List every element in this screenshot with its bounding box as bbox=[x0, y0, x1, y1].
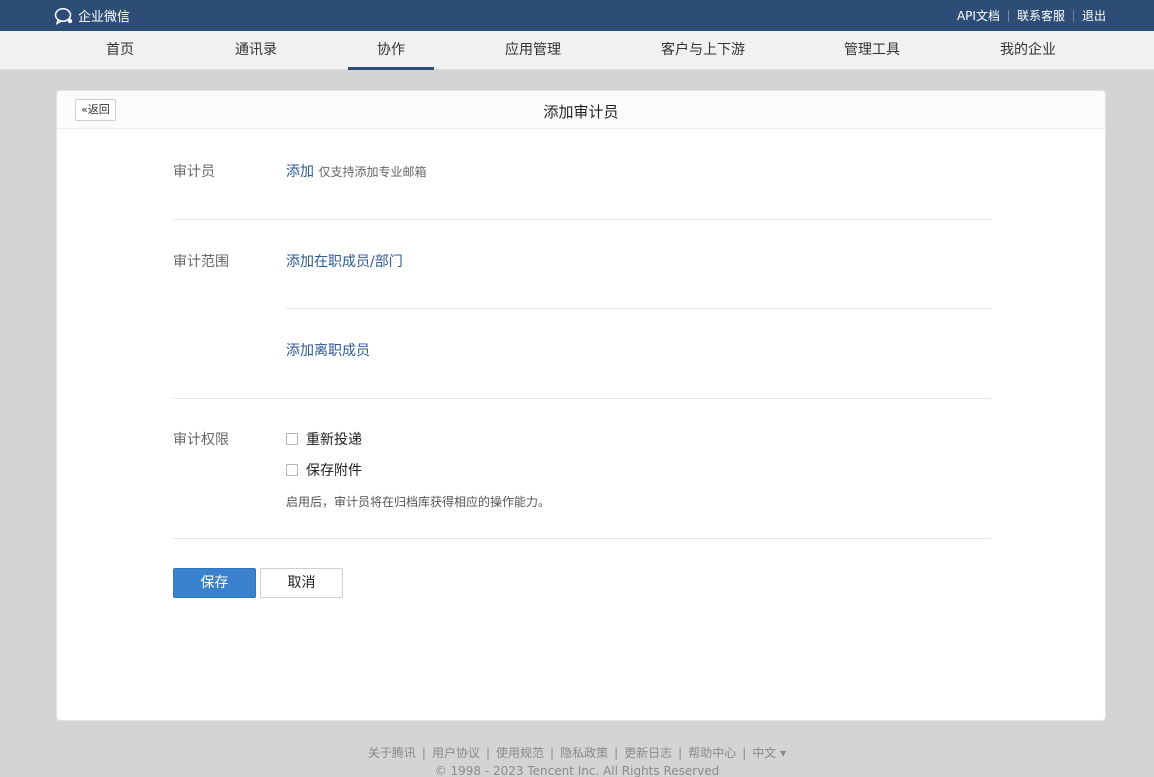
divider bbox=[173, 398, 991, 399]
api-docs-link[interactable]: API文档 bbox=[957, 7, 1000, 24]
footer-separator: | bbox=[485, 745, 491, 760]
logo-text: 企业微信 bbox=[78, 10, 131, 25]
separator bbox=[1007, 9, 1009, 22]
wecom-logo-icon bbox=[54, 7, 73, 25]
redeliver-label: 重新投递 bbox=[306, 432, 362, 448]
top-bar: 企业微信 API文档 联系客服 退出 bbox=[0, 0, 1154, 31]
footer-links: 关于腾讯 | 用户协议 | 使用规范 | 隐私政策 | 更新日志 | 帮助中心 … bbox=[0, 744, 1154, 761]
nav-management-tools[interactable]: 管理工具 bbox=[838, 31, 906, 70]
divider bbox=[173, 538, 991, 539]
panel-header: «返回 添加审计员 bbox=[57, 91, 1105, 129]
footer-link-user-agreement[interactable]: 用户协议 bbox=[432, 744, 480, 761]
footer-separator: | bbox=[678, 745, 683, 760]
copyright: © 1998 - 2023 Tencent Inc. All Rights Re… bbox=[434, 764, 720, 777]
language-select[interactable]: 中文 ▾ bbox=[752, 744, 786, 761]
footer-separator: | bbox=[614, 745, 619, 760]
footer: 关于腾讯 | 用户协议 | 使用规范 | 隐私政策 | 更新日志 | 帮助中心 … bbox=[0, 744, 1154, 777]
main-panel: «返回 添加审计员 审计员 添加 仅支持添加专业邮箱 审计范围 添加在职成员/部… bbox=[56, 90, 1106, 721]
separator bbox=[1072, 9, 1074, 22]
nav-collaboration[interactable]: 协作 bbox=[348, 31, 434, 70]
contact-support-link[interactable]: 联系客服 bbox=[1017, 7, 1065, 24]
add-auditor-button[interactable]: 添加 bbox=[286, 164, 314, 180]
save-attachments-label: 保存附件 bbox=[306, 463, 362, 479]
page-title: 添加审计员 bbox=[543, 103, 619, 121]
footer-separator: | bbox=[550, 745, 555, 760]
top-links: API文档 联系客服 退出 bbox=[957, 7, 1106, 24]
footer-separator: | bbox=[742, 745, 747, 760]
save-attachments-checkbox[interactable] bbox=[286, 464, 298, 476]
footer-link-changelog[interactable]: 更新日志 bbox=[624, 744, 672, 761]
save-attachments-option[interactable]: 保存附件 bbox=[286, 460, 362, 480]
footer-link-privacy[interactable]: 隐私政策 bbox=[560, 744, 608, 761]
scope-label: 审计范围 bbox=[173, 254, 229, 270]
logout-link[interactable]: 退出 bbox=[1082, 7, 1106, 24]
auditor-hint: 仅支持添加专业邮箱 bbox=[318, 165, 427, 179]
divider bbox=[286, 308, 991, 309]
nav-app-management[interactable]: 应用管理 bbox=[500, 31, 566, 70]
permission-label: 审计权限 bbox=[173, 432, 229, 448]
auditor-label: 审计员 bbox=[173, 164, 215, 180]
footer-separator: | bbox=[421, 745, 426, 760]
add-auditor-link: 添加 仅支持添加专业邮箱 bbox=[286, 161, 426, 181]
nav-contacts[interactable]: 通讯录 bbox=[228, 31, 284, 70]
redeliver-checkbox[interactable] bbox=[286, 433, 298, 445]
cancel-button[interactable]: 取消 bbox=[260, 568, 343, 598]
nav-customers-partners[interactable]: 客户与上下游 bbox=[654, 31, 752, 70]
footer-link-usage-rules[interactable]: 使用规范 bbox=[496, 744, 544, 761]
footer-link-help[interactable]: 帮助中心 bbox=[688, 744, 736, 761]
add-current-members-link[interactable]: 添加在职成员/部门 bbox=[286, 251, 403, 271]
add-former-members-link[interactable]: 添加离职成员 bbox=[286, 340, 370, 360]
redeliver-option[interactable]: 重新投递 bbox=[286, 429, 362, 449]
main-nav: 首页 通讯录 协作 应用管理 客户与上下游 管理工具 我的企业 bbox=[0, 31, 1154, 70]
logo[interactable]: 企业微信 bbox=[54, 6, 130, 25]
nav-my-enterprise[interactable]: 我的企业 bbox=[994, 31, 1062, 70]
save-button[interactable]: 保存 bbox=[173, 568, 256, 598]
permission-note: 启用后，审计员将在归档库获得相应的操作能力。 bbox=[286, 495, 551, 509]
divider bbox=[173, 219, 991, 220]
nav-home[interactable]: 首页 bbox=[98, 31, 142, 70]
footer-link-about[interactable]: 关于腾讯 bbox=[368, 744, 416, 761]
